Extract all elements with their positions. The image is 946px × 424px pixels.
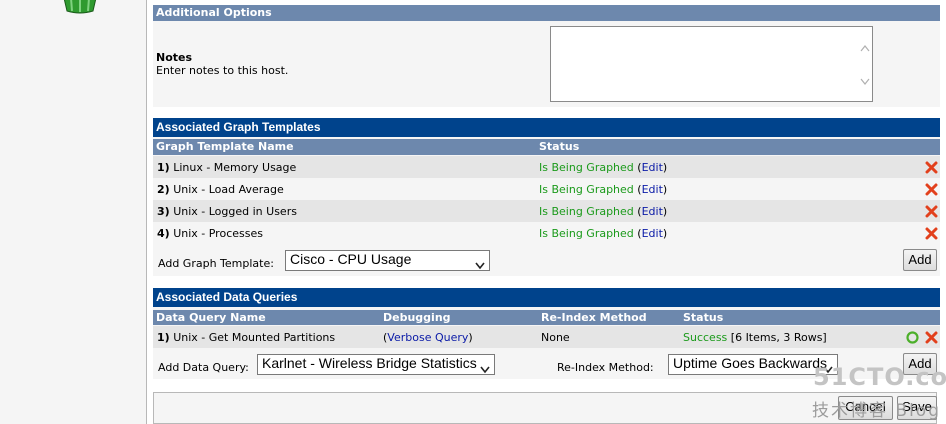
paren-close: )	[662, 161, 668, 174]
row-number: 1)	[157, 331, 170, 344]
delete-icon[interactable]	[925, 205, 938, 218]
graph-templates-header: Associated Graph Templates	[153, 118, 940, 137]
reload-query-icon[interactable]	[906, 331, 919, 344]
status-text: Is Being Graphed	[539, 183, 634, 196]
paren-close: )	[662, 205, 668, 218]
data-query-select-value: Karlnet - Wireless Bridge Statistics	[262, 355, 477, 371]
notes-help-text: Enter notes to this host.	[156, 64, 289, 77]
graph-template-row-4: 4) Unix - Processes	[157, 227, 263, 241]
graph-template-row-3: 3) Unix - Logged in Users	[157, 205, 297, 219]
graph-template-status-2: Is Being Graphed (Edit)	[539, 183, 667, 197]
data-query-reindex-method: None	[541, 331, 570, 344]
reindex-method-label: Re-Index Method:	[557, 361, 654, 374]
graph-template-name: Unix - Processes	[173, 227, 263, 240]
row-number: 4)	[157, 227, 170, 240]
column-header-reindex-method: Re-Index Method	[541, 311, 647, 324]
graph-template-status-4: Is Being Graphed (Edit)	[539, 227, 667, 241]
status-detail: [6 Items, 3 Rows]	[730, 331, 827, 344]
status-text: Success	[683, 331, 728, 344]
delete-icon[interactable]	[925, 161, 938, 174]
delete-icon[interactable]	[925, 227, 938, 240]
notes-label: Notes	[156, 51, 193, 64]
data-query-debugging: (Verbose Query)	[383, 331, 473, 345]
edit-link[interactable]: Edit	[642, 161, 663, 174]
add-graph-template-button[interactable]: Add	[903, 249, 937, 271]
column-header-graph-template-name: Graph Template Name	[156, 140, 294, 153]
chevron-down-icon	[475, 257, 485, 270]
row-number: 2)	[157, 183, 170, 196]
data-query-status: Success [6 Items, 3 Rows]	[683, 331, 827, 345]
textarea-scroll-down-icon[interactable]	[860, 75, 870, 88]
graph-template-row-1: 1) Linux - Memory Usage	[157, 161, 296, 175]
delete-icon[interactable]	[925, 331, 938, 344]
graph-template-row-2: 2) Unix - Load Average	[157, 183, 284, 197]
trash-can-icon[interactable]	[62, 0, 98, 14]
data-queries-header: Associated Data Queries	[153, 288, 940, 307]
delete-icon[interactable]	[925, 183, 938, 196]
left-navigation-pane	[0, 0, 146, 424]
graph-template-name: Linux - Memory Usage	[173, 161, 297, 174]
graph-template-status-1: Is Being Graphed (Edit)	[539, 161, 667, 175]
data-query-name: Unix - Get Mounted Partitions	[173, 331, 336, 344]
notes-textarea[interactable]	[550, 26, 873, 102]
watermark-logo-text: 51CTO.com	[813, 363, 946, 391]
row-number: 1)	[157, 161, 170, 174]
add-data-query-label: Add Data Query:	[158, 361, 249, 374]
status-text: Is Being Graphed	[539, 161, 634, 174]
graph-template-name: Unix - Load Average	[173, 183, 284, 196]
edit-link[interactable]: Edit	[642, 205, 663, 218]
edit-link[interactable]: Edit	[642, 183, 663, 196]
column-header-debugging: Debugging	[383, 311, 451, 324]
graph-template-status-3: Is Being Graphed (Edit)	[539, 205, 667, 219]
data-query-select[interactable]: Karlnet - Wireless Bridge Statistics	[257, 354, 495, 375]
textarea-scroll-up-icon[interactable]	[860, 42, 870, 55]
paren-close: )	[662, 227, 668, 240]
left-pane-divider	[146, 0, 147, 424]
edit-link[interactable]: Edit	[642, 227, 663, 240]
row-number: 3)	[157, 205, 170, 218]
additional-options-header: Additional Options	[153, 5, 940, 21]
graph-template-select[interactable]: Cisco - CPU Usage	[285, 250, 490, 271]
column-header-data-query-name: Data Query Name	[156, 311, 266, 324]
paren-close: )	[468, 331, 473, 344]
status-text: Is Being Graphed	[539, 205, 634, 218]
chevron-down-icon	[480, 361, 490, 374]
add-graph-template-label: Add Graph Template:	[158, 257, 274, 270]
verbose-query-link[interactable]: Verbose Query	[387, 331, 468, 344]
column-header-status: Status	[539, 140, 580, 153]
graph-template-select-value: Cisco - CPU Usage	[290, 251, 412, 267]
watermark-blog-text: 技术博客 Blog	[812, 401, 941, 421]
data-query-row-1: 1) Unix - Get Mounted Partitions	[157, 331, 335, 345]
status-text: Is Being Graphed	[539, 227, 634, 240]
graph-template-name: Unix - Logged in Users	[173, 205, 297, 218]
paren-close: )	[662, 183, 668, 196]
reindex-method-select-value: Uptime Goes Backwards	[673, 355, 828, 371]
column-header-status: Status	[683, 311, 724, 324]
